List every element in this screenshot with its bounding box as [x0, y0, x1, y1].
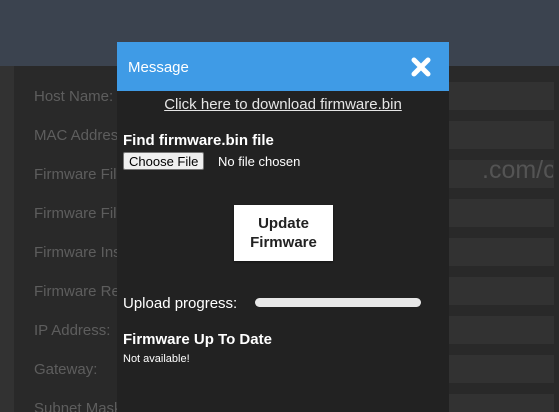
upload-progress-bar [255, 298, 421, 307]
modal-header: Message [117, 42, 449, 91]
close-icon[interactable] [406, 52, 436, 82]
choose-file-button[interactable]: Choose File [123, 152, 205, 170]
find-file-label: Find firmware.bin file [123, 132, 274, 149]
modal-title: Message [128, 59, 189, 76]
firmware-status-title: Firmware Up To Date [123, 331, 272, 348]
upload-progress-label: Upload progress: [123, 295, 238, 312]
firmware-status-text: Not available! [123, 353, 190, 365]
download-firmware-link[interactable]: Click here to download firmware.bin [117, 96, 449, 113]
update-firmware-button[interactable]: Update Firmware [234, 205, 333, 261]
no-file-chosen-text: No file chosen [218, 154, 301, 169]
firmware-modal: Message Click here to download firmware.… [117, 42, 449, 412]
